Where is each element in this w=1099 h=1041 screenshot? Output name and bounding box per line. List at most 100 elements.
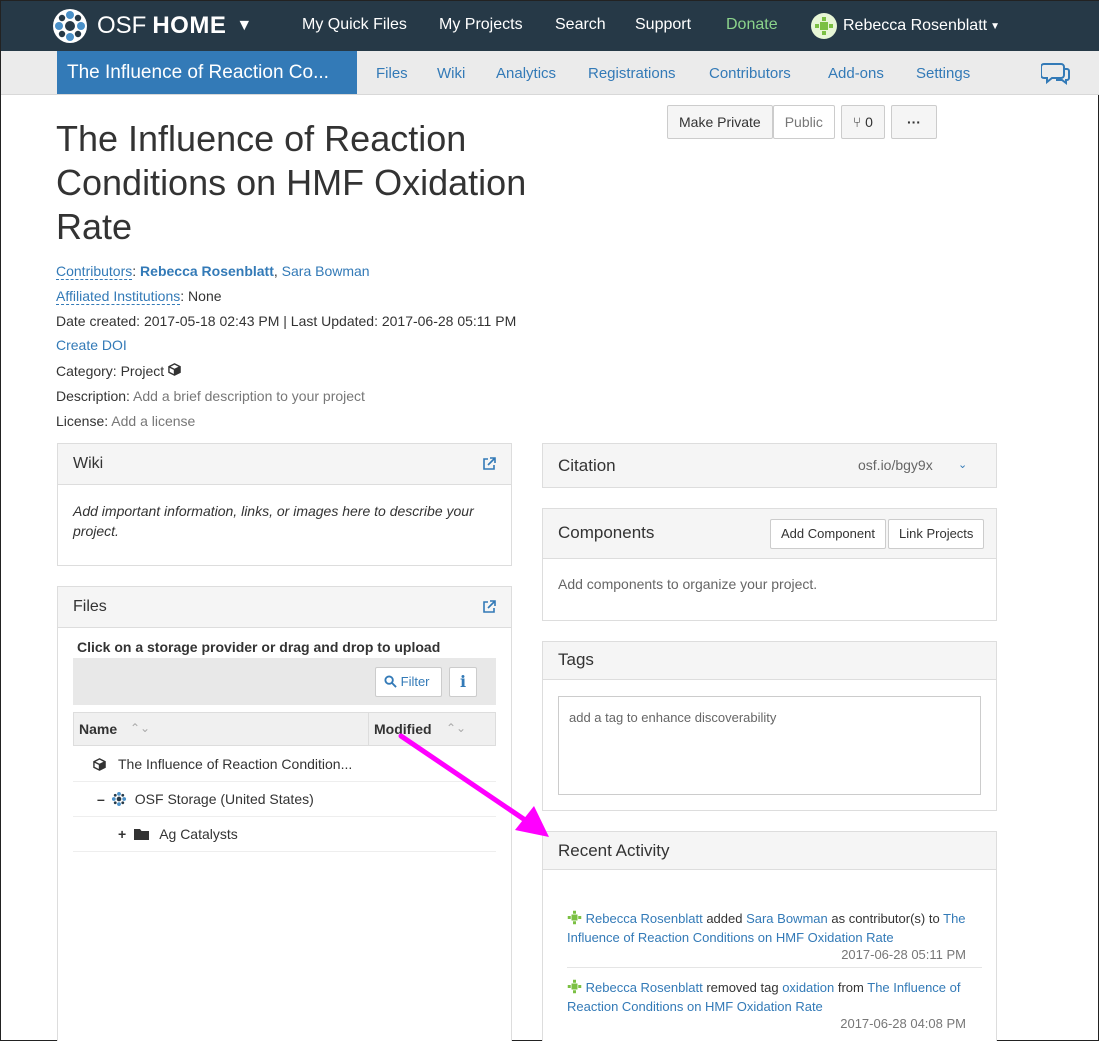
top-navbar: OSF HOME ▼ My Quick Files My Projects Se… — [1, 1, 1099, 51]
activity-date: 2017-06-28 04:08 PM — [840, 1016, 966, 1031]
contributor-link[interactable]: Sara Bowman — [282, 263, 370, 279]
citation-url: osf.io/bgy9x — [858, 457, 933, 473]
user-name: Rebecca Rosenblatt — [843, 17, 988, 34]
cube-icon — [168, 363, 181, 376]
create-doi-link[interactable]: Create DOI — [56, 337, 127, 353]
create-doi-line: Create DOI — [56, 337, 127, 353]
files-hint: Click on a storage provider or drag and … — [77, 639, 441, 655]
annotation-arrow-icon — [398, 733, 549, 837]
components-body: Add components to organize your project. — [558, 576, 818, 592]
file-row-label: The Influence of Reaction Condition... — [118, 756, 353, 772]
nav-search[interactable]: Search — [555, 16, 606, 34]
osf-storage-icon — [111, 791, 126, 807]
tab-contributors[interactable]: Contributors — [709, 65, 791, 82]
activity-mid: as contributor(s) to — [827, 911, 940, 926]
make-private-button[interactable]: Make Private — [667, 105, 773, 139]
file-row-label: Ag Catalysts — [159, 826, 238, 842]
tag-input[interactable]: add a tag to enhance discoverability — [558, 696, 981, 795]
affiliated-label[interactable]: Affiliated Institutions — [56, 288, 181, 305]
components-title: Components — [558, 523, 655, 542]
project-action-buttons: Make Private Public ⑂ 0 ··· — [667, 105, 937, 139]
chevron-down-icon: ▼ — [236, 17, 253, 34]
contributor-link[interactable]: Rebecca Rosenblatt — [140, 263, 274, 279]
info-icon[interactable]: i — [449, 667, 477, 697]
license-line: License: Add a license — [56, 413, 195, 429]
wiki-body: Add important information, links, or ima… — [73, 503, 474, 539]
nav-my-quick-files[interactable]: My Quick Files — [302, 16, 407, 34]
tags-panel: Tags add a tag to enhance discoverabilit… — [542, 641, 997, 811]
tab-wiki[interactable]: Wiki — [437, 65, 465, 82]
wiki-panel: Wiki Add important information, links, o… — [57, 443, 512, 566]
affiliated-value: None — [188, 288, 222, 304]
tab-analytics[interactable]: Analytics — [496, 65, 556, 82]
comments-icon[interactable] — [1041, 61, 1071, 85]
activity-verb: removed tag — [702, 980, 783, 995]
filter-button[interactable]: Filter — [375, 667, 442, 697]
more-options-button[interactable]: ··· — [890, 105, 937, 139]
link-projects-button[interactable]: Link Projects — [888, 519, 985, 549]
user-avatar-icon — [567, 979, 582, 994]
filter-label: Filter — [400, 674, 430, 689]
fork-count: 0 — [865, 114, 873, 130]
osf-home-menu[interactable]: OSF HOME ▼ — [53, 9, 252, 43]
license-value[interactable]: Add a license — [111, 413, 195, 429]
contributors-label[interactable]: Contributors — [56, 263, 133, 280]
user-menu[interactable]: Rebecca Rosenblatt ▼ — [811, 13, 1000, 39]
tab-add-ons[interactable]: Add-ons — [828, 65, 884, 82]
activity-verb: added — [702, 911, 747, 926]
caret-down-icon: ▼ — [990, 20, 1000, 32]
public-button[interactable]: Public — [772, 105, 835, 139]
avatar — [811, 13, 837, 39]
fork-icon: ⑂ — [852, 114, 862, 130]
page-title: The Influence of Reaction Conditions on … — [56, 118, 527, 247]
external-link-icon[interactable] — [482, 600, 496, 614]
fork-button[interactable]: ⑂ 0 — [840, 105, 885, 139]
activity-target-link[interactable]: oxidation — [782, 980, 834, 995]
description-line: Description: Add a brief description to … — [56, 388, 365, 404]
collapse-icon[interactable]: – — [97, 791, 105, 807]
license-label: License: — [56, 413, 109, 429]
project-nav-title[interactable]: The Influence of Reaction Co... — [57, 51, 357, 94]
chevron-down-icon[interactable]: ⌄ — [958, 444, 967, 487]
tab-settings[interactable]: Settings — [916, 65, 970, 82]
expand-icon[interactable]: + — [118, 826, 126, 842]
activity-mid: from — [834, 980, 868, 995]
project-navbar: The Influence of Reaction Co... Files Wi… — [1, 51, 1099, 95]
folder-icon — [134, 829, 150, 840]
cube-icon — [93, 757, 106, 771]
file-row-label: OSF Storage (United States) — [134, 791, 314, 807]
column-name-header[interactable]: Name — [79, 721, 117, 737]
activity-target-link[interactable]: Sara Bowman — [746, 911, 828, 926]
tags-title: Tags — [558, 650, 594, 669]
category-label: Category: — [56, 363, 117, 379]
category-line: Category: Project — [56, 363, 181, 379]
osf-logo-icon — [53, 9, 87, 43]
nav-my-projects[interactable]: My Projects — [439, 16, 523, 34]
tab-files[interactable]: Files — [376, 65, 408, 82]
wiki-panel-title: Wiki — [73, 455, 104, 472]
description-value[interactable]: Add a brief description to your project — [133, 388, 365, 404]
tab-registrations[interactable]: Registrations — [588, 65, 676, 82]
external-link-icon[interactable] — [482, 457, 496, 471]
search-icon — [384, 675, 397, 688]
nav-support[interactable]: Support — [635, 16, 691, 34]
add-component-button[interactable]: Add Component — [770, 519, 886, 549]
citation-panel[interactable]: Citation osf.io/bgy9x ⌄ — [542, 443, 997, 488]
components-panel: Components Add Component Link Projects A… — [542, 508, 997, 621]
recent-activity-title: Recent Activity — [558, 841, 670, 860]
activity-item: Rebecca Rosenblatt added Sara Bowman as … — [567, 909, 982, 968]
files-toolbar: Filter i — [73, 658, 496, 705]
activity-date: 2017-06-28 05:11 PM — [841, 947, 966, 962]
nav-donate[interactable]: Donate — [726, 16, 778, 34]
contributors-line: Contributors: Rebecca Rosenblatt, Sara B… — [56, 263, 370, 280]
activity-item: Rebecca Rosenblatt removed tag oxidation… — [567, 978, 982, 1031]
dates-line: Date created: 2017-05-18 02:43 PM | Last… — [56, 313, 517, 329]
activity-user-link[interactable]: Rebecca Rosenblatt — [586, 911, 703, 926]
brand-prefix: OSF — [97, 12, 147, 39]
citation-title: Citation — [558, 456, 616, 475]
files-panel-title: Files — [73, 598, 107, 615]
sort-icon[interactable]: ⌃⌄ — [130, 721, 150, 735]
affiliated-line: Affiliated Institutions: None — [56, 288, 222, 305]
activity-user-link[interactable]: Rebecca Rosenblatt — [586, 980, 703, 995]
category-value: Project — [120, 363, 165, 379]
